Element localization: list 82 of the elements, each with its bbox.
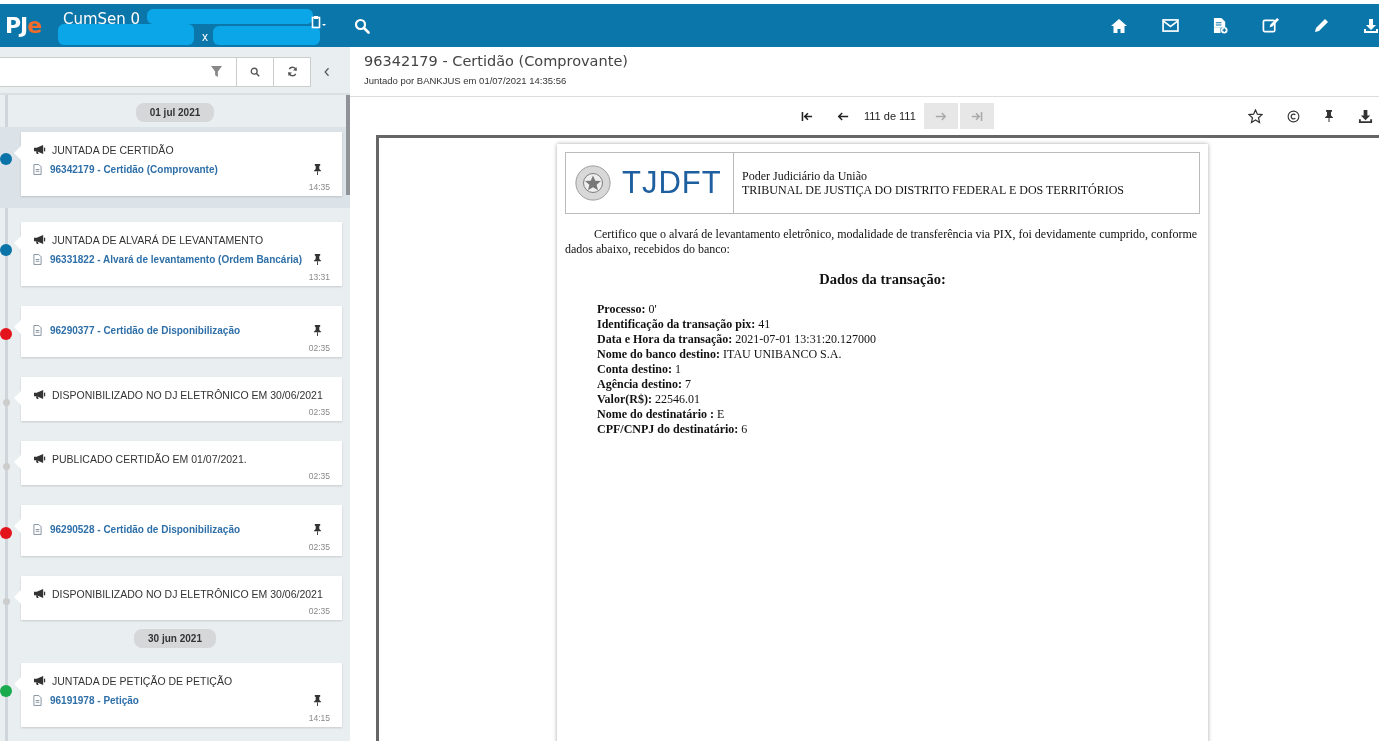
event-title: DISPONIBILIZADO NO DJ ELETRÔNICO EM 30/06/2021 bbox=[52, 587, 323, 600]
pin-icon[interactable] bbox=[313, 325, 322, 336]
arrow-right-icon bbox=[934, 110, 947, 122]
event-time: 13:31 bbox=[307, 272, 330, 282]
search-button[interactable] bbox=[236, 56, 274, 87]
pin-icon[interactable] bbox=[313, 695, 322, 706]
pencil-icon[interactable] bbox=[1313, 17, 1329, 34]
event-time: 14:35 bbox=[307, 182, 330, 192]
org-line: TRIBUNAL DE JUSTIÇA DO DISTRITO FEDERAL E DOS TERRITÓRIOS bbox=[742, 183, 1124, 197]
event-title: JUNTADA DE PETIÇÃO DE PETIÇÃO bbox=[52, 674, 233, 687]
transaction-field: Conta destino: 1 bbox=[597, 362, 1200, 377]
event-title: DISPONIBILIZADO NO DJ ELETRÔNICO EM 30/06/2021 bbox=[52, 388, 323, 401]
date-chip: 01 jul 2021 bbox=[135, 102, 215, 122]
refresh-icon bbox=[286, 66, 298, 77]
star-icon[interactable] bbox=[1248, 108, 1263, 124]
event-time: 02:35 bbox=[307, 471, 330, 481]
megaphone-icon bbox=[33, 675, 46, 686]
transaction-field: Nome do destinatário : E bbox=[597, 407, 1200, 422]
chevron-left-icon bbox=[323, 66, 330, 77]
document-icon bbox=[33, 254, 42, 265]
certificate-paragraph: Certifico que o alvará de levantamento eletrônico, modalidade de transferência via PIX, foi devidamente cumprido, conforme dados abaixo, recebidos do banco: bbox=[565, 227, 1199, 257]
transaction-field: Nome do banco destino: ITAU UNIBANCO S.A. bbox=[597, 347, 1200, 362]
transaction-field: Agência destino: 7 bbox=[597, 377, 1200, 392]
search-field[interactable] bbox=[0, 56, 237, 87]
selected-timeline-row[interactable]: JUNTADA DE CERTIDÃO 96342179 - Certidão (Comprovante) 14:35 bbox=[0, 127, 350, 208]
arrow-left-icon bbox=[837, 110, 849, 122]
case-subtitle: x bbox=[202, 30, 208, 44]
app-logo[interactable]: PJe bbox=[0, 13, 50, 38]
document-icon bbox=[33, 524, 42, 535]
transaction-field: Identificação da transação pix: 41 bbox=[597, 317, 1200, 332]
envelope-icon[interactable] bbox=[1162, 19, 1179, 32]
transaction-field: Data e Hora da transação: 2021-07-01 13:31:20.127000 bbox=[597, 332, 1200, 347]
scrollbar[interactable] bbox=[346, 95, 350, 195]
download-icon[interactable] bbox=[1358, 108, 1373, 124]
event-time: 02:35 bbox=[307, 542, 330, 552]
document-subtitle: Juntado por BANKJUS em 01/07/2021 14:35:56 bbox=[364, 75, 568, 86]
event-time: 02:35 bbox=[307, 606, 330, 616]
section-heading: Dados da transação: bbox=[818, 271, 947, 288]
last-page-icon bbox=[970, 110, 984, 122]
page-counter: 111 de 111 bbox=[864, 110, 916, 122]
event-title: JUNTADA DE ALVARÁ DE LEVANTAMENTO bbox=[52, 233, 264, 246]
document-link[interactable]: 96290528 - Certidão de Disponibilização bbox=[50, 524, 241, 535]
megaphone-icon bbox=[33, 234, 46, 245]
event-time: 02:35 bbox=[307, 343, 330, 353]
court-logo-text: TJDFT bbox=[622, 165, 722, 201]
document-link[interactable]: 96331822 - Alvará de levantamento (Ordem Bancária) bbox=[50, 254, 302, 265]
document-icon bbox=[33, 695, 42, 706]
first-page-icon bbox=[800, 110, 814, 122]
home-icon[interactable] bbox=[1110, 17, 1128, 34]
event-title: JUNTADA DE CERTIDÃO bbox=[52, 143, 174, 156]
megaphone-icon bbox=[33, 588, 46, 599]
pin-icon[interactable] bbox=[313, 254, 322, 265]
pin-icon[interactable] bbox=[313, 164, 322, 175]
document-plus-icon[interactable] bbox=[1213, 17, 1228, 34]
org-line: Poder Judiciário da União bbox=[742, 169, 868, 183]
event-time: 02:35 bbox=[307, 407, 330, 417]
date-chip: 30 jun 2021 bbox=[134, 628, 216, 648]
transaction-field: CPF/CNPJ do destinatário: 6 bbox=[597, 422, 1200, 437]
megaphone-icon bbox=[33, 144, 46, 155]
pin-icon[interactable] bbox=[1324, 110, 1334, 122]
copyright-icon[interactable] bbox=[1287, 109, 1300, 123]
megaphone-icon bbox=[33, 389, 46, 400]
edit-icon[interactable] bbox=[1262, 17, 1279, 34]
megaphone-icon bbox=[33, 453, 46, 464]
transaction-field: Processo: 0' bbox=[597, 302, 1200, 317]
clipboard-dropdown-icon[interactable] bbox=[311, 14, 327, 29]
event-time: 14:15 bbox=[307, 713, 330, 723]
pin-icon[interactable] bbox=[313, 524, 322, 535]
transaction-field: Valor(R$): 22546.01 bbox=[597, 392, 1200, 407]
case-title: CumSen 0 bbox=[63, 10, 141, 28]
document-icon bbox=[33, 164, 42, 175]
coat-of-arms-icon bbox=[574, 164, 612, 202]
document-link[interactable]: 96191978 - Petição bbox=[50, 695, 139, 706]
refresh-button[interactable] bbox=[273, 56, 311, 87]
filter-icon[interactable] bbox=[211, 66, 222, 77]
document-title: 96342179 - Certidão (Comprovante) bbox=[364, 53, 629, 69]
document-link[interactable]: 96342179 - Certidão (Comprovante) bbox=[50, 164, 218, 175]
document-icon bbox=[33, 325, 42, 336]
event-title: PUBLICADO CERTIDÃO EM 01/07/2021. bbox=[52, 452, 247, 465]
search-icon[interactable] bbox=[354, 17, 370, 34]
document-link[interactable]: 96290377 - Certidão de Disponibilização bbox=[50, 325, 241, 336]
search-icon bbox=[250, 66, 260, 77]
